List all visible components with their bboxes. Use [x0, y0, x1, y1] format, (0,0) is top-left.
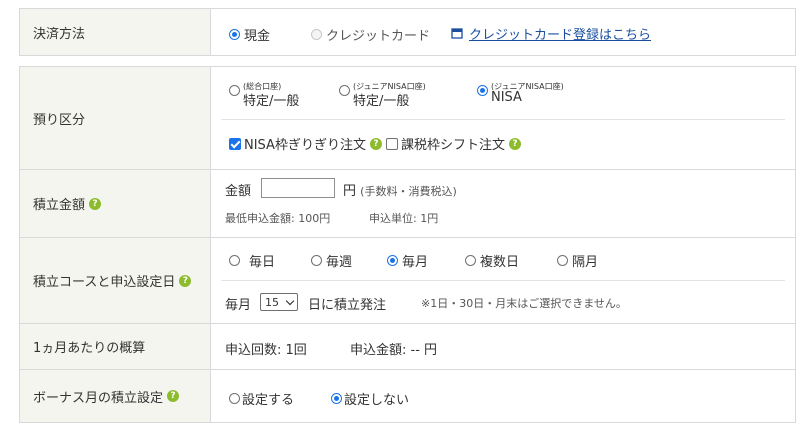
- chevron-down-icon: [285, 296, 295, 306]
- course-multiday-radio[interactable]: 複数日: [465, 251, 519, 270]
- account-label: 預り区分: [20, 67, 211, 169]
- course-option-label: 複数日: [480, 255, 520, 270]
- bonus-off-radio[interactable]: 設定しない: [331, 389, 409, 408]
- amount-note: (手数料・消費税込): [360, 185, 457, 198]
- radio-indicator[interactable]: [477, 85, 488, 96]
- credit-register-link[interactable]: クレジットカード登録はこちら: [451, 24, 651, 43]
- radio-indicator[interactable]: [387, 255, 398, 266]
- amount-input[interactable]: [261, 178, 335, 198]
- account-row: 預り区分 (総合口座) 特定/一般 (ジュニアNISA口座) 特定/一般 (ジュ…: [20, 67, 795, 169]
- help-icon[interactable]: ?: [369, 137, 382, 150]
- course-label-cell: 積立コースと申込設定日 ?: [20, 238, 211, 323]
- tax-shift-order-check[interactable]: 課税枠シフト注文 ?: [386, 134, 522, 153]
- day-select-value: 15: [265, 295, 279, 309]
- radio-indicator[interactable]: [557, 255, 568, 266]
- amount-row: 積立金額 ? 金額 円 (手数料・消費税込) 最低申込金額: 100円 申込単位…: [20, 169, 795, 237]
- course-row: 積立コースと申込設定日 ? 毎日 毎週 毎月 複数日 隔月 毎月 15 日に積立…: [20, 237, 795, 323]
- radio-indicator[interactable]: [331, 393, 342, 404]
- estimate-value: 申込回数: 1回 申込金額: -- 円: [211, 324, 795, 369]
- amount-step: 申込単位: 1円: [369, 212, 439, 225]
- course-monthly-radio[interactable]: 毎月: [387, 251, 428, 270]
- help-icon[interactable]: ?: [89, 197, 102, 210]
- payment-label: 決済方法: [20, 9, 211, 55]
- amount-value: 金額 円 (手数料・消費税込) 最低申込金額: 100円 申込単位: 1円: [211, 170, 795, 237]
- amount-unit: 円: [343, 184, 357, 199]
- monthly-prefix: 毎月: [225, 298, 252, 313]
- payment-row: 決済方法 現金 クレジットカード クレジットカード登録はこちら: [20, 9, 795, 55]
- course-value: 毎日 毎週 毎月 複数日 隔月 毎月 15 日に積立発注 ※1日・30日・月末は…: [211, 238, 795, 323]
- bonus-row: ボーナス月の積立設定 ? 設定する 設定しない: [20, 369, 795, 422]
- amount-prefix: 金額: [225, 184, 252, 199]
- payment-credit-label: クレジットカード: [326, 29, 431, 44]
- course-daily-radio[interactable]: 毎日: [229, 251, 275, 270]
- credit-register-link-text[interactable]: クレジットカード登録はこちら: [469, 24, 651, 43]
- monthly-suffix: 日に積立発注: [308, 298, 387, 313]
- divider: [221, 280, 785, 281]
- order-table: 預り区分 (総合口座) 特定/一般 (ジュニアNISA口座) 特定/一般 (ジュ…: [19, 66, 796, 423]
- course-option-label: 隔月: [572, 255, 599, 270]
- payment-cash-radio[interactable]: 現金: [229, 25, 270, 44]
- course-note: ※1日・30日・月末はご選択できません。: [421, 297, 627, 310]
- help-icon[interactable]: ?: [179, 274, 192, 287]
- nisa-limit-order-check[interactable]: NISA枠ぎりぎり注文 ?: [229, 134, 382, 153]
- estimate-amount: 申込金額: -- 円: [350, 343, 438, 358]
- account-option-main: 特定/一般: [353, 94, 410, 109]
- checkbox-indicator[interactable]: [229, 137, 241, 150]
- window-icon: [451, 28, 463, 39]
- estimate-label: 1ヵ月あたりの概算: [20, 324, 211, 369]
- course-label: 積立コースと申込設定日: [33, 275, 176, 290]
- radio-indicator[interactable]: [229, 85, 240, 96]
- tax-shift-order-label: 課税枠シフト注文: [401, 138, 506, 153]
- account-option-main: NISA: [491, 90, 522, 105]
- bonus-on-radio[interactable]: 設定する: [229, 389, 294, 408]
- bonus-label-cell: ボーナス月の積立設定 ?: [20, 370, 211, 422]
- course-option-label: 毎月: [402, 255, 429, 270]
- account-option-main: 特定/一般: [243, 94, 300, 109]
- bonus-option-label: 設定する: [242, 393, 295, 408]
- account-value: (総合口座) 特定/一般 (ジュニアNISA口座) 特定/一般 (ジュニアNIS…: [211, 67, 795, 169]
- checkbox-indicator[interactable]: [386, 137, 398, 150]
- bonus-label: ボーナス月の積立設定: [33, 390, 164, 406]
- help-icon[interactable]: ?: [167, 390, 180, 402]
- amount-min: 最低申込金額: 100円: [225, 212, 331, 225]
- course-option-label: 毎週: [326, 255, 353, 270]
- radio-indicator: [311, 29, 322, 40]
- amount-label: 積立金額: [33, 198, 86, 213]
- radio-indicator[interactable]: [229, 393, 240, 404]
- payment-value: 現金 クレジットカード クレジットカード登録はこちら: [211, 9, 795, 55]
- radio-indicator[interactable]: [339, 85, 350, 96]
- radio-indicator[interactable]: [229, 29, 240, 40]
- payment-cash-label: 現金: [244, 29, 271, 44]
- divider: [221, 119, 785, 120]
- course-option-label: 毎日: [249, 255, 276, 270]
- bonus-value: 設定する 設定しない: [211, 370, 795, 422]
- course-weekly-radio[interactable]: 毎週: [311, 251, 352, 270]
- radio-indicator[interactable]: [311, 255, 322, 266]
- nisa-limit-order-label: NISA枠ぎりぎり注文: [244, 138, 366, 153]
- course-bimonthly-radio[interactable]: 隔月: [557, 251, 598, 270]
- amount-label-cell: 積立金額 ?: [20, 170, 211, 237]
- day-select[interactable]: 15: [260, 293, 298, 311]
- radio-indicator[interactable]: [465, 255, 476, 266]
- bonus-option-label: 設定しない: [344, 393, 410, 408]
- payment-credit-radio: クレジットカード: [311, 25, 430, 44]
- estimate-row: 1ヵ月あたりの概算 申込回数: 1回 申込金額: -- 円: [20, 323, 795, 369]
- payment-table: 決済方法 現金 クレジットカード クレジットカード登録はこちら: [19, 8, 796, 56]
- amount-unit-wrap: 円 (手数料・消費税込): [343, 180, 457, 199]
- help-icon[interactable]: ?: [509, 137, 522, 150]
- estimate-count: 申込回数: 1回: [225, 343, 307, 358]
- radio-indicator[interactable]: [229, 255, 240, 266]
